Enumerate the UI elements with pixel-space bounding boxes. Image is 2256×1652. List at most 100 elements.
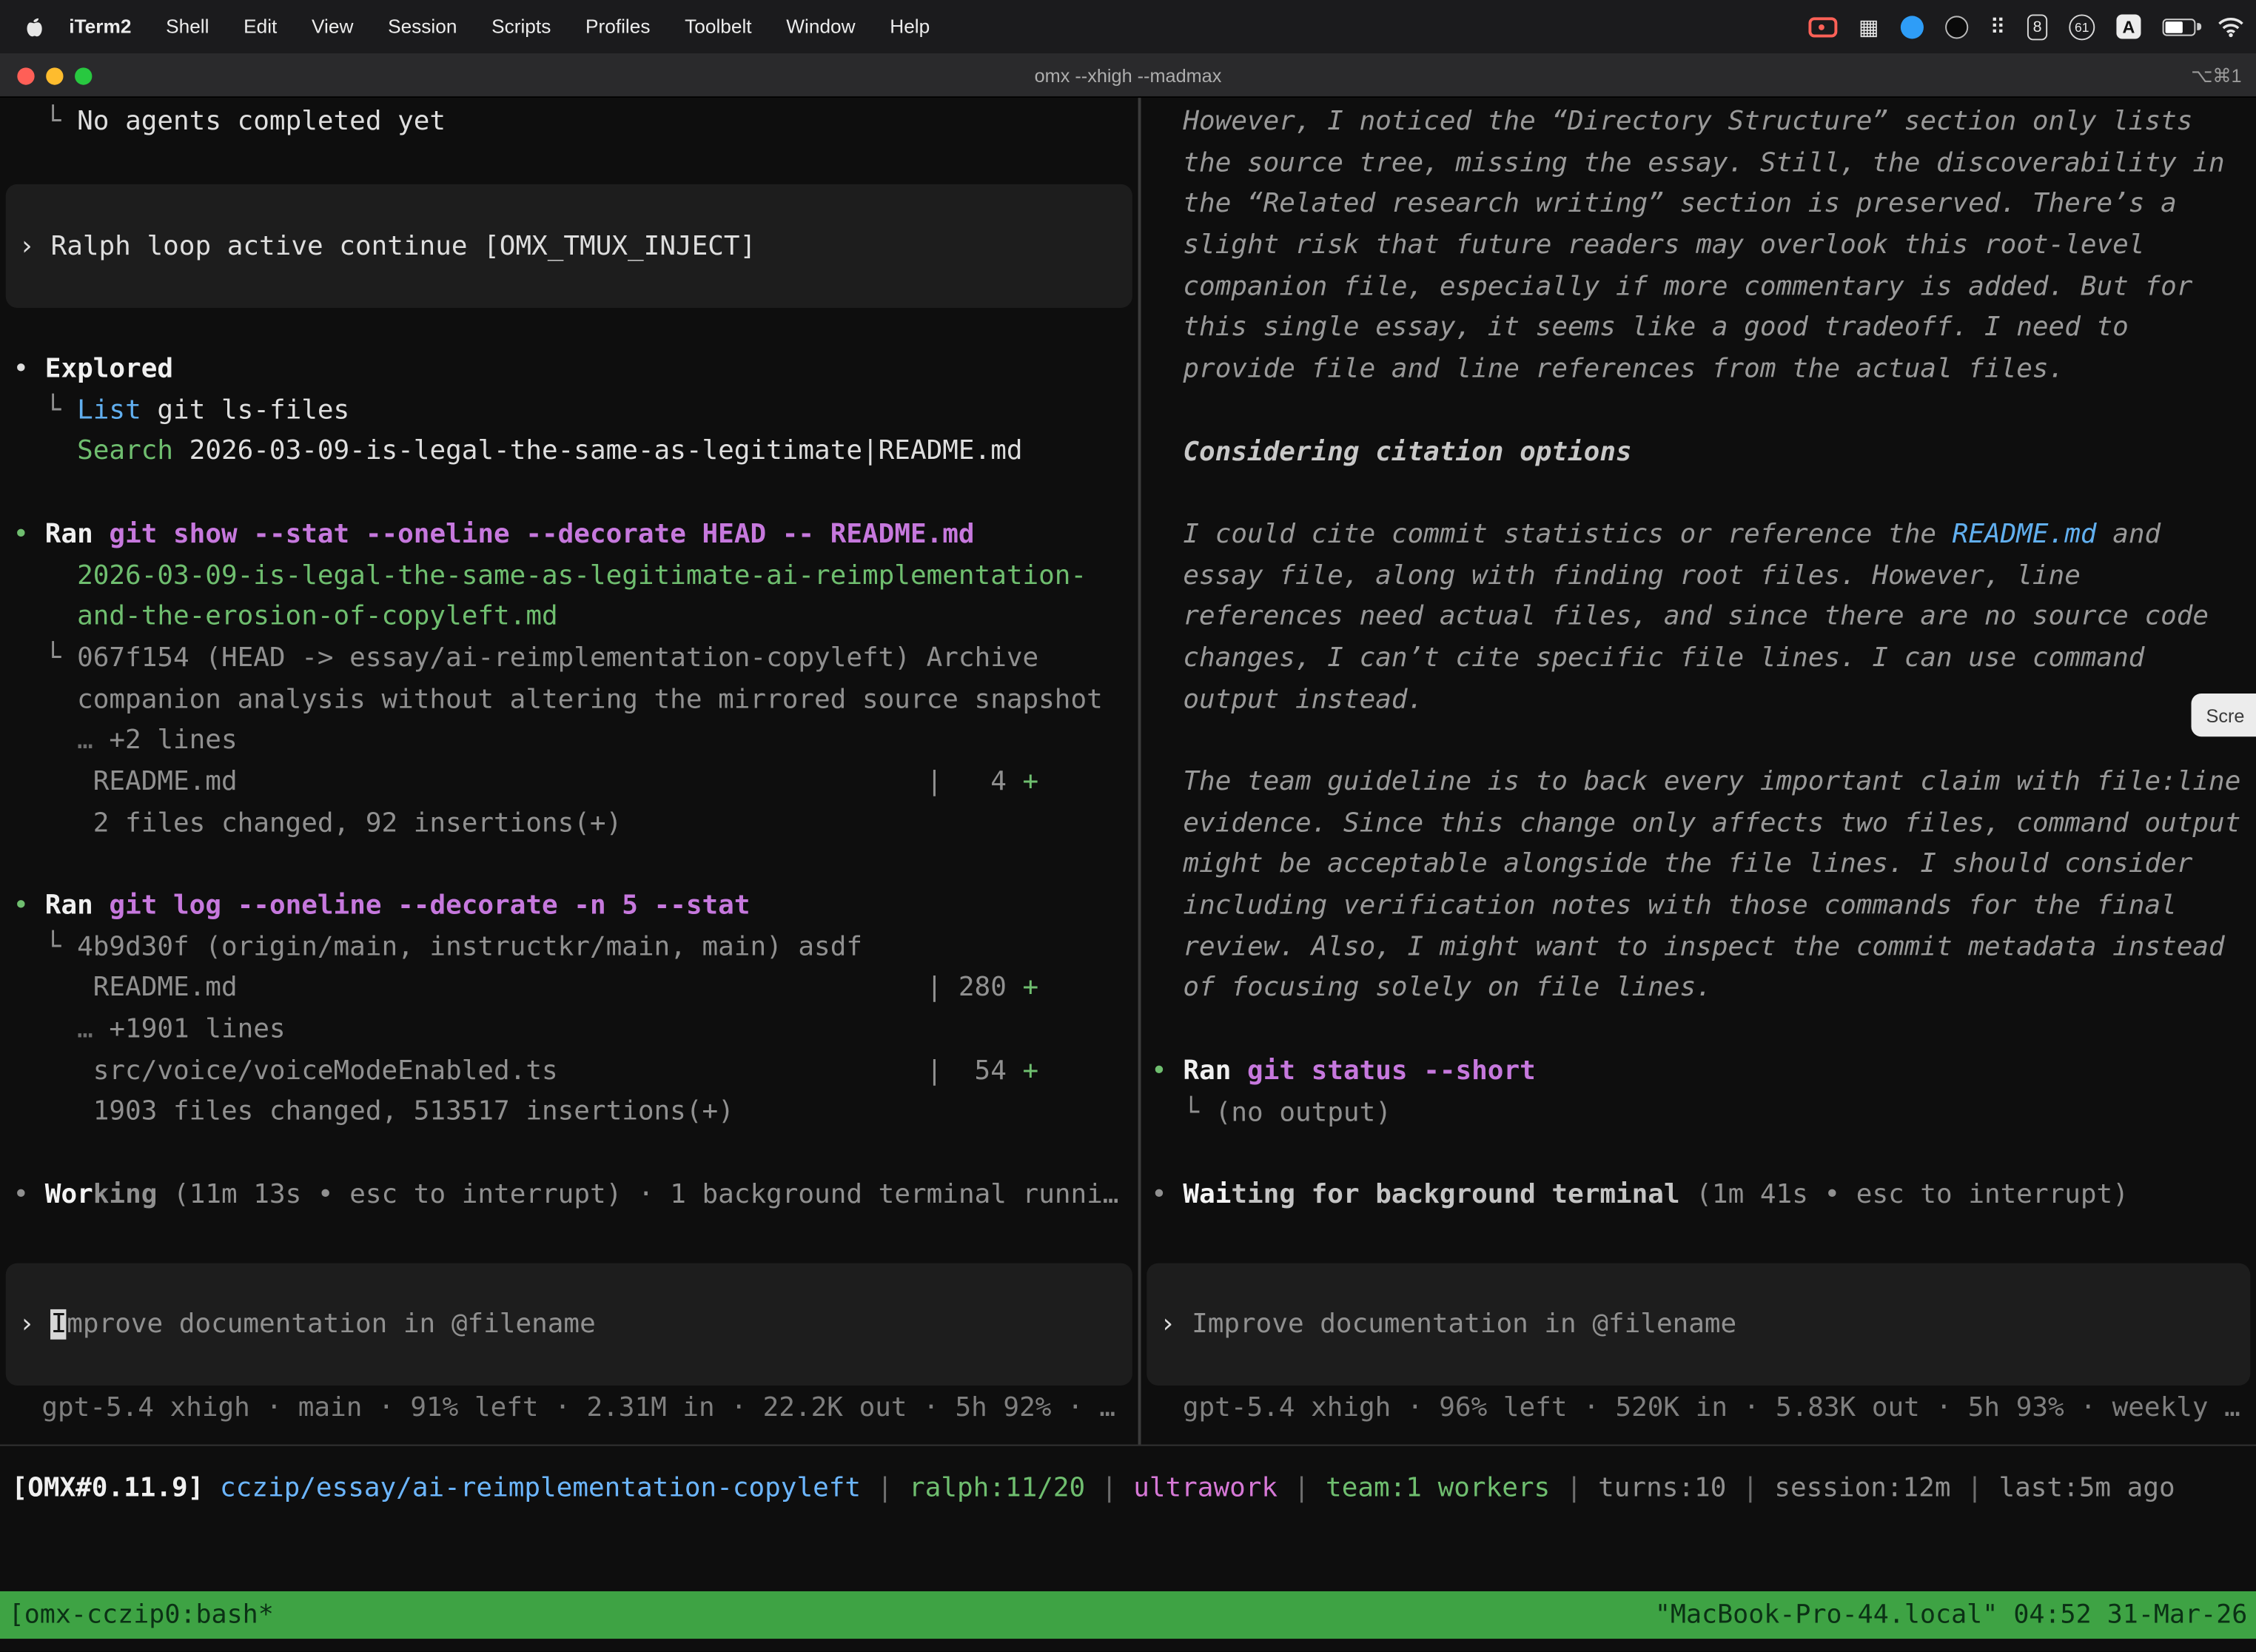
- terminal-pane-left[interactable]: └ No agents completed yet › Ralph loop a…: [0, 98, 1138, 1444]
- text-segment: the “Related research writing” section i…: [1151, 189, 2177, 219]
- menu-item-toolbelt[interactable]: Toolbelt: [668, 16, 769, 37]
- text-segment: I could cite commit statistics or refere…: [1151, 519, 1953, 549]
- menu-item-shell[interactable]: Shell: [149, 16, 226, 37]
- text-segment: ting for background terminal: [1231, 1180, 1679, 1210]
- text-segment: ultrawork: [1133, 1474, 1278, 1504]
- blank-line: [0, 1134, 1138, 1175]
- text-segment: |: [861, 1474, 909, 1504]
- text-segment: of focusing solely on file lines.: [1151, 973, 1712, 1004]
- menu-item-window[interactable]: Window: [769, 16, 873, 37]
- text-segment: (1m 41s • esc to interrupt): [1680, 1180, 2129, 1210]
- blank-line: [1141, 721, 2256, 762]
- text-segment: README.md | 4: [13, 767, 1022, 797]
- wifi-icon[interactable]: [2218, 0, 2245, 53]
- text-segment: └: [13, 643, 77, 674]
- terminal-line: provide file and line references from th…: [1141, 350, 2256, 392]
- prompt-input-right[interactable]: › Improve documentation in @filename: [1147, 1263, 2250, 1386]
- terminal-line: this single essay, it seems like a good …: [1141, 309, 2256, 350]
- text-segment: 4b9d30f (origin/main, instructkr/main, m…: [77, 932, 862, 962]
- text-segment: git log --oneline --decorate -n 5 --stat: [109, 890, 750, 921]
- terminal-line: src/voice/voiceModeEnabled.ts | 54 +: [0, 1051, 1138, 1092]
- text-segment: └: [13, 932, 77, 962]
- terminal-pane-right[interactable]: However, I noticed the “Directory Struct…: [1141, 98, 2256, 1444]
- tmux-session-info: [omx-cczip0:bash*: [9, 1591, 274, 1639]
- prompt-placeholder: Improve documentation in @filename: [1192, 1309, 1736, 1340]
- terminal-line: • Ran git status --short: [1141, 1052, 2256, 1093]
- apple-menu-icon[interactable]: [23, 14, 43, 38]
- screen-recording-indicator-icon[interactable]: [1808, 0, 1837, 53]
- prompt-caret: ›: [1160, 1309, 1192, 1340]
- text-segment: git status --short: [1247, 1055, 1536, 1086]
- terminal-line: Considering citation options: [1141, 432, 2256, 474]
- screen-share-tab[interactable]: Scre: [2192, 694, 2256, 736]
- gauge-icon[interactable]: 61: [2069, 0, 2095, 53]
- blue-app-icon[interactable]: [1901, 0, 1924, 53]
- terminal-line: • Ran git log --oneline --decorate -n 5 …: [0, 886, 1138, 927]
- terminal-line: └ 4b9d30f (origin/main, instructkr/main,…: [0, 927, 1138, 969]
- terminal-line: … +2 lines: [0, 721, 1138, 762]
- text-segment: and-the-erosion-of-copyleft.md: [13, 602, 557, 632]
- menu-item-profiles[interactable]: Profiles: [568, 16, 668, 37]
- blank-line: [0, 144, 1138, 185]
- blank-line: [1141, 1010, 2256, 1052]
- text-segment: Wai: [1183, 1180, 1231, 1210]
- terminal-line: The team guideline is to back every impo…: [1141, 762, 2256, 804]
- text-segment: companion analysis without altering the …: [13, 684, 1102, 714]
- menu-item-scripts[interactable]: Scripts: [474, 16, 568, 37]
- menu-bar: iTerm2 ShellEditViewSessionScriptsProfil…: [0, 0, 2256, 53]
- terminal-line: • Working (11m 13s • esc to interrupt) ·…: [0, 1175, 1138, 1217]
- terminal-line: └ List git ls-files: [0, 391, 1138, 432]
- text-segment: ›: [19, 232, 50, 262]
- dark-app-icon[interactable]: [1945, 0, 1968, 53]
- terminal-line: changes, I can’t cite specific file line…: [1141, 639, 2256, 680]
- menu-item-edit[interactable]: Edit: [226, 16, 295, 37]
- terminal-line: the “Related research writing” section i…: [1141, 185, 2256, 226]
- text-segment: 2 files changed, 92 insertions(+): [13, 808, 622, 839]
- blank-line: [1141, 1134, 2256, 1175]
- text-segment: The team guideline is to back every impo…: [1151, 767, 2240, 797]
- terminal-line: including verification notes with those …: [1141, 887, 2256, 928]
- text-segment: …: [13, 725, 109, 756]
- terminal-line: references need actual files, and since …: [1141, 597, 2256, 639]
- text-segment: +: [1023, 973, 1039, 1004]
- prompt-caret: ›: [19, 1309, 50, 1340]
- terminal-line: └ No agents completed yet: [0, 102, 1138, 144]
- text-segment: |: [1085, 1474, 1133, 1504]
- terminal-line: and-the-erosion-of-copyleft.md: [0, 597, 1138, 639]
- menu-app-name[interactable]: iTerm2: [52, 16, 149, 37]
- text-segment: (no output): [1215, 1097, 1391, 1127]
- text-segment: session:12m: [1774, 1474, 1950, 1504]
- window-grid-icon[interactable]: ▦: [1859, 0, 1879, 53]
- text-segment: [OMX#0.11.9]: [12, 1474, 220, 1504]
- text-segment: Considering citation options: [1151, 437, 1632, 467]
- text-segment: |: [1550, 1474, 1598, 1504]
- text-segment: turns:10: [1598, 1474, 1726, 1504]
- battery-icon[interactable]: [2163, 0, 2196, 53]
- text-segment: and: [2097, 519, 2161, 549]
- text-segment: 2026-03-09-is-legal-the-same-as-legitima…: [173, 437, 1022, 467]
- text-segment: However, I noticed the “Directory Struct…: [1151, 107, 2192, 137]
- key-icon[interactable]: 8: [2027, 0, 2047, 53]
- text-segment: 067f154 (HEAD -> essay/ai-reimplementati…: [77, 643, 1038, 674]
- text-segment: •: [13, 519, 44, 549]
- tmux-status-bar: [omx-cczip0:bash* "MacBook-Pro-44.local"…: [0, 1591, 2256, 1639]
- omx-status-bar: [OMX#0.11.9] cczip/essay/ai-reimplementa…: [0, 1468, 2256, 1509]
- text-segment: +1901 lines: [109, 1015, 285, 1045]
- menu-item-view[interactable]: View: [295, 16, 371, 37]
- dots-grid-icon[interactable]: ⠿: [1990, 0, 2005, 53]
- prompt-input-left[interactable]: › Improve documentation in @filename: [6, 1263, 1132, 1386]
- menu-item-session[interactable]: Session: [371, 16, 474, 37]
- terminal-line: might be acceptable alongside the file l…: [1141, 845, 2256, 887]
- terminal-line: • Ran git show --stat --oneline --decora…: [0, 515, 1138, 557]
- terminal-line: companion analysis without altering the …: [0, 680, 1138, 722]
- text-segment: |: [1726, 1474, 1774, 1504]
- text-segment: +: [1023, 767, 1039, 797]
- input-source-icon[interactable]: A: [2116, 0, 2141, 53]
- text-segment: └: [13, 395, 77, 426]
- menu-item-help[interactable]: Help: [873, 16, 947, 37]
- model-status-left: gpt-5.4 xhigh · main · 91% left · 2.31M …: [0, 1387, 1138, 1428]
- text-segment: Ran: [45, 519, 110, 549]
- terminal-line: └ 067f154 (HEAD -> essay/ai-reimplementa…: [0, 639, 1138, 680]
- text-segment: |: [1951, 1474, 1999, 1504]
- text-segment: output instead.: [1151, 685, 1423, 715]
